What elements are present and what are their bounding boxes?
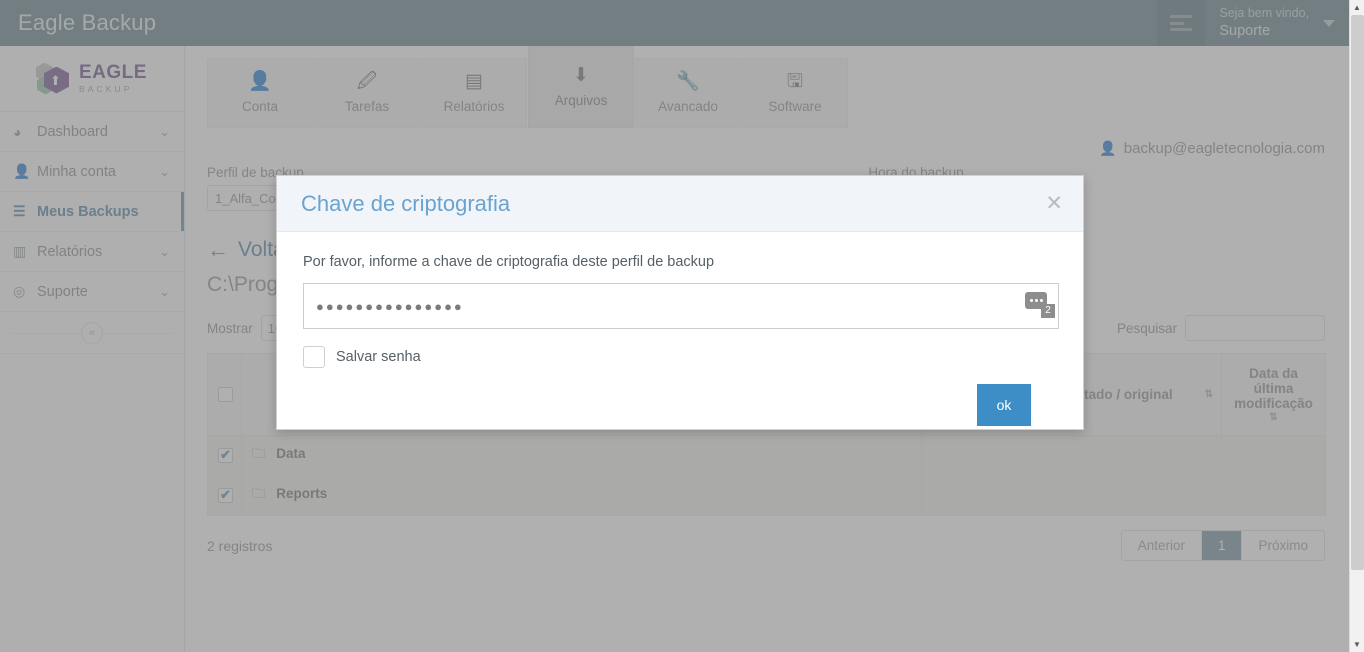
save-password-row: Salvar senha bbox=[303, 346, 1057, 368]
encryption-key-input[interactable]: ●●●●●●●●●●●●●●● bbox=[303, 283, 1059, 329]
scrollbar-track[interactable] bbox=[1350, 15, 1364, 637]
password-manager-count-badge: 2 bbox=[1041, 304, 1055, 318]
encryption-key-value: ●●●●●●●●●●●●●●● bbox=[316, 298, 464, 314]
close-icon[interactable]: ✕ bbox=[1045, 193, 1063, 214]
app-window: Eagle Backup Seja bem vindo, Suporte bbox=[0, 0, 1364, 652]
password-field-wrap: ●●●●●●●●●●●●●●● 2 bbox=[303, 283, 1059, 329]
chevron-down-icon[interactable]: ▼ bbox=[1350, 637, 1364, 652]
dialog-footer: ok bbox=[303, 368, 1057, 426]
dialog-body: Por favor, informe a chave de criptograf… bbox=[277, 232, 1083, 426]
dialog-prompt: Por favor, informe a chave de criptograf… bbox=[303, 254, 715, 270]
save-password-label: Salvar senha bbox=[336, 349, 421, 365]
scrollbar-thumb[interactable] bbox=[1350, 15, 1364, 570]
dialog-header: Chave de criptografia ✕ bbox=[277, 176, 1083, 232]
dialog-title: Chave de criptografia bbox=[301, 190, 511, 216]
ok-button[interactable]: ok bbox=[977, 384, 1031, 426]
save-password-checkbox[interactable] bbox=[303, 346, 325, 368]
browser-scrollbar[interactable]: ▲ ▼ bbox=[1349, 0, 1364, 652]
encryption-key-dialog: Chave de criptografia ✕ Por favor, infor… bbox=[276, 175, 1084, 430]
chevron-up-icon[interactable]: ▲ bbox=[1350, 0, 1364, 15]
